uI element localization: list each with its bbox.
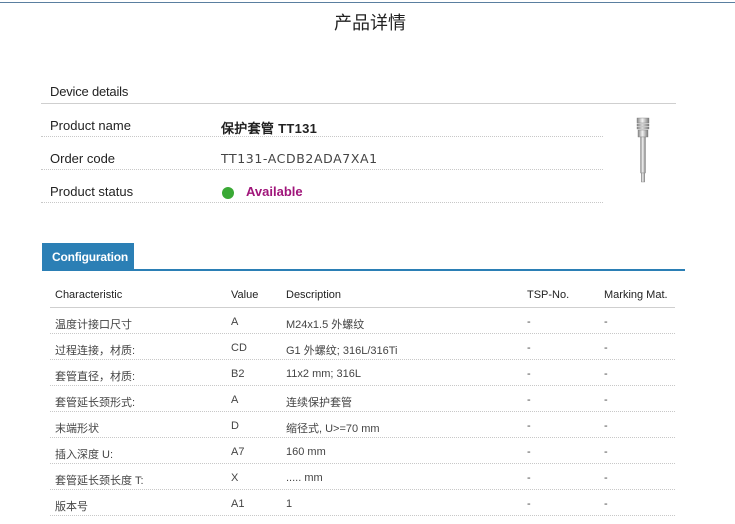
header-value: Value	[231, 289, 259, 301]
cell-value: B2	[231, 368, 245, 380]
product-name-label: Product name	[50, 118, 131, 133]
cell-marking-mat: -	[604, 368, 608, 380]
cell-characteristic: 末端形状	[55, 423, 99, 435]
cell-description: 缩径式, U>=70 mm	[286, 423, 380, 435]
cell-tsp-no: -	[527, 316, 531, 328]
header-characteristic: Characteristic	[55, 289, 123, 301]
cell-marking-mat: -	[604, 342, 608, 354]
cell-description: M24x1.5 外螺纹	[286, 319, 365, 331]
table-row: 插入深度 U: A7 160 mm - -	[50, 438, 675, 464]
cell-marking-mat: -	[604, 472, 608, 484]
cell-description: 1	[286, 498, 293, 510]
product-image	[636, 117, 650, 183]
cell-characteristic: 过程连接，材质:	[55, 345, 136, 357]
tab-configuration[interactable]: Configuration	[42, 243, 134, 270]
configuration-table: Characteristic Value Description TSP-No.…	[50, 281, 675, 516]
product-name-value: 保护套管 TT131	[221, 121, 318, 136]
cell-tsp-no: -	[527, 498, 531, 510]
cell-characteristic: 温度计接口尺寸	[55, 319, 132, 331]
cell-characteristic: 套管直径，材质:	[55, 371, 136, 383]
header-description: Description	[286, 289, 342, 301]
product-status-row: Product status Available	[41, 170, 603, 203]
cell-value: D	[231, 420, 239, 432]
table-row: 末端形状 D 缩径式, U>=70 mm - -	[50, 412, 675, 438]
cell-tsp-no: -	[527, 420, 531, 432]
table-row: 套管直径，材质: B2 11x2 mm; 316L - -	[50, 360, 675, 386]
cell-description: 连续保护套管	[286, 397, 352, 409]
cell-value: A	[231, 316, 239, 328]
table-row: 套管延长颈长度 T: X ..... mm - -	[50, 464, 675, 490]
cell-tsp-no: -	[527, 394, 531, 406]
cell-marking-mat: -	[604, 316, 608, 328]
cell-marking-mat: -	[604, 446, 608, 458]
tab-underline	[42, 269, 685, 271]
cell-characteristic: 版本号	[55, 501, 88, 513]
cell-description: ..... mm	[286, 472, 323, 484]
order-code-label: Order code	[50, 151, 116, 166]
cell-value: A	[231, 394, 239, 406]
page-title: 产品详情	[334, 13, 406, 34]
cell-tsp-no: -	[527, 342, 531, 354]
cell-tsp-no: -	[527, 368, 531, 380]
cell-characteristic: 套管延长颈长度 T:	[55, 475, 144, 487]
cell-description: 160 mm	[286, 446, 326, 458]
cell-characteristic: 插入深度 U:	[55, 449, 114, 461]
header-marking-mat: Marking Mat.	[604, 289, 668, 301]
status-dot-icon	[222, 187, 234, 199]
cell-value: A7	[231, 446, 245, 458]
cell-marking-mat: -	[604, 420, 608, 432]
cell-value: A1	[231, 498, 245, 510]
table-row: 过程连接，材质: CD G1 外螺纹; 316L/316Ti - -	[50, 334, 675, 360]
order-code-row: Order code TT131-ACDB2ADA7XA1	[41, 137, 603, 170]
cell-tsp-no: -	[527, 472, 531, 484]
table-row: 版本号 A1 1 - -	[50, 490, 675, 516]
table-row: 套管延长颈形式: A 连续保护套管 - -	[50, 386, 675, 412]
cell-description: G1 外螺纹; 316L/316Ti	[286, 345, 398, 357]
product-status-value: Available	[246, 184, 303, 199]
cell-marking-mat: -	[604, 498, 608, 510]
cell-description: 11x2 mm; 316L	[286, 368, 362, 380]
top-divider	[0, 2, 735, 3]
product-status-label: Product status	[50, 184, 134, 199]
order-code-value: TT131-ACDB2ADA7XA1	[221, 151, 378, 166]
cell-value: CD	[231, 342, 247, 354]
table-header: Characteristic Value Description TSP-No.…	[50, 281, 675, 308]
product-name-row: Product name 保护套管 TT131	[41, 104, 603, 137]
cell-value: X	[231, 472, 239, 484]
cell-characteristic: 套管延长颈形式:	[55, 397, 136, 409]
header-tsp-no: TSP-No.	[527, 289, 570, 301]
cell-marking-mat: -	[604, 394, 608, 406]
table-row: 温度计接口尺寸 A M24x1.5 外螺纹 - -	[50, 308, 675, 334]
cell-tsp-no: -	[527, 446, 531, 458]
device-details-heading: Device details	[50, 84, 129, 99]
